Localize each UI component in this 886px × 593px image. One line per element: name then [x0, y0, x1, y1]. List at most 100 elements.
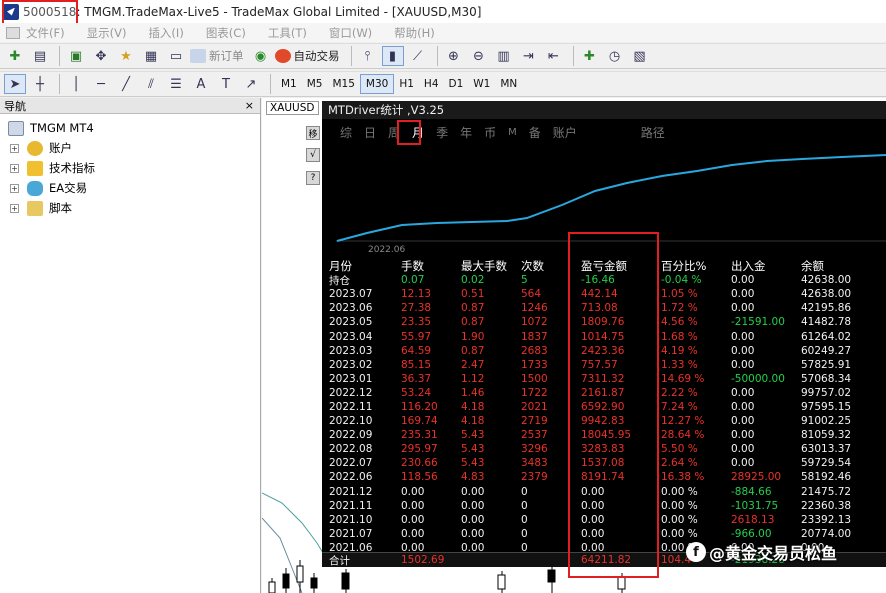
vertical-line-icon[interactable]: │ [65, 74, 87, 94]
tree-root-broker[interactable]: TMGM MT4 [8, 118, 260, 138]
menu-charts[interactable]: 图表(C) [206, 25, 246, 41]
cell-max-lots: 0.00 [461, 513, 485, 526]
timeframe-w1[interactable]: W1 [468, 74, 495, 94]
expand-icon[interactable]: + [10, 203, 19, 213]
expand-icon[interactable]: + [10, 163, 19, 173]
timeframe-d1[interactable]: D1 [444, 74, 469, 94]
cell-percent: 16.38 % [661, 471, 705, 484]
tree-item-indicators[interactable]: + 技术指标 [10, 158, 260, 178]
zoom-in-icon[interactable]: ⊕ [443, 46, 465, 66]
bar-chart-icon[interactable]: ⫯ [357, 46, 379, 66]
cell-lots: 0.07 [401, 274, 425, 287]
cursor-icon[interactable]: ➤ [4, 74, 26, 94]
tab-account[interactable]: 账户 [553, 124, 577, 141]
periods-icon[interactable]: ◷ [604, 46, 626, 66]
mtdriver-title: MTDriver统计 ,V3.25 [328, 103, 445, 117]
total-label: 合计 [329, 554, 350, 567]
terminal-icon[interactable]: ▭ [165, 46, 187, 66]
standard-toolbar: ✚ ▤ ▣ ✥ ★ ▦ ▭ 新订单 ◉ 自动交易 ⫯ ▮ ⟋ ⊕ ⊖ ▥ ⇥ ⇤… [0, 43, 886, 69]
navigator-close-icon[interactable]: × [245, 99, 254, 112]
timeframe-m5[interactable]: M5 [302, 74, 328, 94]
expand-icon[interactable]: + [10, 183, 19, 193]
cell-flow: -50000.00 [731, 372, 785, 385]
tab-quarter[interactable]: 季 [436, 124, 448, 141]
timeframe-m1[interactable]: M1 [276, 74, 302, 94]
tree-item-scripts[interactable]: + 脚本 [10, 198, 260, 218]
menu-help[interactable]: 帮助(H) [394, 25, 435, 41]
cell-max-lots: 0.87 [461, 302, 485, 315]
navigator-icon[interactable]: ▦ [140, 46, 162, 66]
cell-balance: 57825.91 [801, 358, 852, 371]
line-chart-icon[interactable]: ⟋ [407, 46, 429, 66]
help-button[interactable]: ? [306, 171, 320, 185]
profiles-icon[interactable]: ▤ [29, 46, 51, 66]
auto-trading-button[interactable]: 自动交易 [274, 46, 340, 66]
confirm-button[interactable]: √ [306, 148, 320, 162]
tree-item-expert-advisors[interactable]: + EA交易 [10, 178, 260, 198]
cell-lots: 169.74 [401, 415, 438, 428]
cell-month: 2022.10 [329, 415, 373, 428]
trendline-icon[interactable]: ╱ [115, 74, 137, 94]
candlestick-icon[interactable]: ▮ [381, 46, 404, 66]
toolbar-divider [59, 46, 60, 66]
timeframe-m30[interactable]: M30 [359, 74, 395, 94]
crosshair-icon[interactable]: ┼ [29, 74, 51, 94]
menu-insert[interactable]: 插入(I) [148, 25, 183, 41]
cell-percent: 2.22 % [661, 386, 698, 399]
channel-icon[interactable]: ⫽ [140, 74, 162, 94]
menu-window[interactable]: 窗口(W) [329, 25, 372, 41]
cell-month: 2023.04 [329, 330, 373, 343]
indicators-tree-icon [27, 160, 43, 176]
timeframe-mn[interactable]: MN [495, 74, 522, 94]
favorites-icon[interactable]: ★ [115, 46, 137, 66]
cell-percent: 12.27 % [661, 415, 705, 428]
cell-month: 2022.07 [329, 457, 373, 470]
tab-path[interactable]: 路径 [641, 124, 665, 141]
tree-item-accounts[interactable]: + 账户 [10, 138, 260, 158]
toolbar-divider [436, 46, 438, 66]
indicators-icon[interactable]: ✚ [579, 46, 601, 66]
cell-max-lots: 4.83 [461, 471, 485, 484]
cell-max-lots: 2.47 [461, 358, 485, 371]
horizontal-line-icon[interactable]: ─ [90, 74, 112, 94]
expand-icon[interactable]: + [10, 143, 19, 153]
timeframe-h1[interactable]: H1 [394, 74, 419, 94]
timeframe-m15[interactable]: M15 [328, 74, 360, 94]
cell-lots: 12.13 [401, 288, 432, 301]
chart-shift-icon[interactable]: ⇤ [543, 46, 565, 66]
auto-scroll-icon[interactable]: ⇥ [518, 46, 540, 66]
timeframe-h4[interactable]: H4 [419, 74, 444, 94]
signals-icon[interactable]: ◉ [250, 46, 272, 66]
arrow-icon[interactable]: ↗ [240, 74, 262, 94]
weibo-logo-icon: f [686, 542, 706, 562]
templates-icon[interactable]: ▧ [629, 46, 651, 66]
tile-windows-icon[interactable]: ▥ [493, 46, 515, 66]
menu-tools[interactable]: 工具(T) [268, 25, 307, 41]
tab-currency[interactable]: 币 [484, 124, 496, 141]
new-chart-icon[interactable]: ✚ [4, 46, 26, 66]
cell-flow: 0.00 [731, 443, 755, 456]
move-panel-button[interactable]: 移 [306, 126, 320, 140]
menu-view[interactable]: 显示(V) [87, 25, 127, 41]
tab-summary[interactable]: 综 [340, 124, 352, 141]
market-watch-icon[interactable]: ▣ [65, 46, 87, 66]
fibonacci-icon[interactable]: ☰ [165, 74, 187, 94]
total-lots: 1502.69 [401, 554, 445, 566]
crosshair-data-icon[interactable]: ✥ [90, 46, 112, 66]
tab-magic[interactable]: M [508, 127, 517, 138]
cell-flow: 0.00 [731, 400, 755, 413]
menu-file[interactable]: 文件(F) [26, 25, 65, 41]
cell-max-lots: 0.02 [461, 274, 485, 287]
cell-max-lots: 5.43 [461, 443, 485, 456]
cell-month: 2021.10 [329, 513, 373, 526]
text-label-icon[interactable]: T [215, 74, 237, 94]
cell-month: 2022.12 [329, 386, 373, 399]
cell-month: 2022.09 [329, 429, 373, 442]
text-icon[interactable]: A [190, 74, 212, 94]
header-month: 月份 [329, 259, 352, 274]
tab-notes[interactable]: 备 [529, 124, 541, 141]
new-order-button[interactable]: 新订单 [190, 46, 244, 66]
tab-year[interactable]: 年 [460, 124, 472, 141]
tab-day[interactable]: 日 [364, 124, 376, 141]
zoom-out-icon[interactable]: ⊖ [468, 46, 490, 66]
